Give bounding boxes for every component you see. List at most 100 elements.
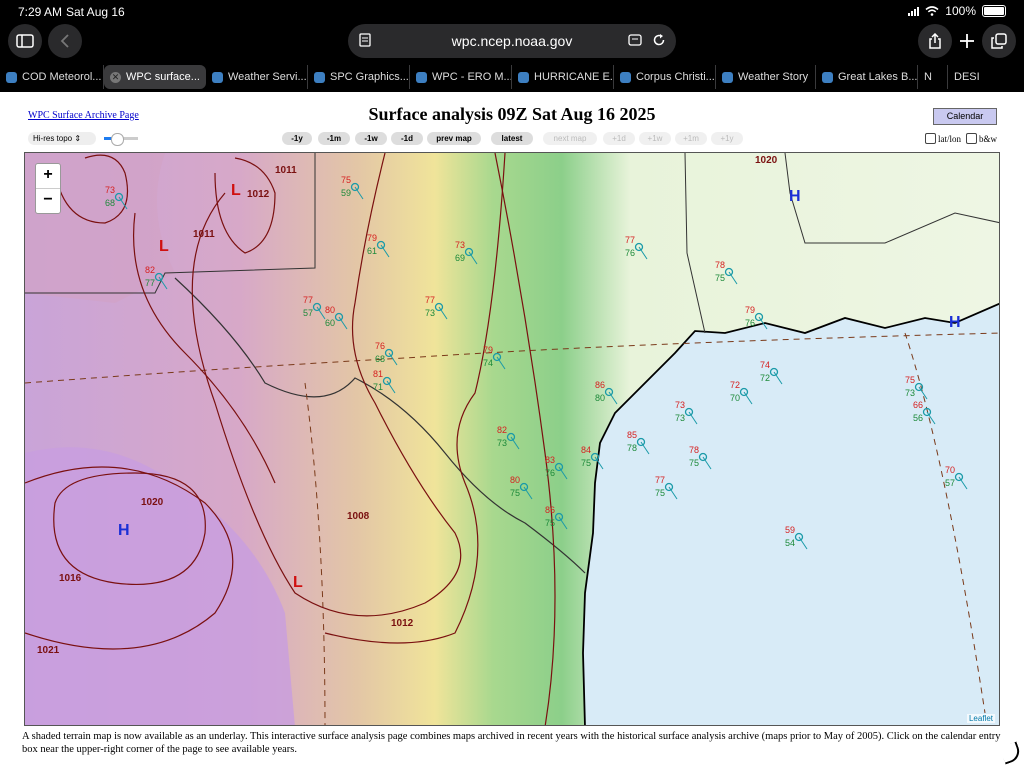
nav-plus-1m-button[interactable]: +1m (675, 132, 707, 145)
dewpoint-label: 68 (105, 198, 115, 208)
checkbox-box[interactable] (925, 133, 936, 144)
nav-minus-1d-button[interactable]: -1d (391, 132, 423, 145)
dewpoint-label: 76 (545, 468, 555, 478)
low-pressure-center: L (293, 574, 303, 591)
new-tab-button[interactable] (950, 24, 984, 58)
temperature-label: 79 (483, 345, 493, 355)
dewpoint-label: 72 (760, 373, 770, 383)
tab-cod-meteorology[interactable]: COD Meteorol... (0, 65, 104, 89)
tab-spc-graphics[interactable]: SPC Graphics... (308, 65, 410, 89)
temperature-label: 73 (455, 240, 465, 250)
tab-wpc-ero[interactable]: WPC - ERO M... (410, 65, 512, 89)
nav-minus-1y-button[interactable]: -1y (282, 132, 312, 145)
nav-plus-1w-button[interactable]: +1w (639, 132, 671, 145)
reload-icon[interactable] (652, 33, 666, 47)
temperature-label: 79 (745, 305, 755, 315)
temperature-label: 72 (730, 380, 740, 390)
zoom-control: + − (35, 163, 61, 214)
nav-minus-1m-button[interactable]: -1m (318, 132, 350, 145)
select-arrows-icon: ⇕ (74, 134, 82, 143)
favicon-icon (822, 71, 833, 83)
isobar-label: 1008 (347, 511, 370, 522)
temperature-label: 66 (913, 400, 923, 410)
opacity-slider[interactable] (104, 133, 138, 146)
dewpoint-label: 75 (581, 458, 591, 468)
latest-button[interactable]: latest (491, 132, 533, 145)
temperature-label: 83 (545, 455, 555, 465)
tab-corpus-christi[interactable]: Corpus Christi... (614, 65, 716, 89)
nav-plus-1y-button[interactable]: +1y (711, 132, 743, 145)
dewpoint-label: 59 (341, 188, 351, 198)
dewpoint-label: 77 (145, 278, 155, 288)
latlon-checkbox[interactable]: lat/lon (925, 133, 961, 144)
translate-icon[interactable] (628, 33, 644, 47)
temperature-label: 73 (675, 400, 685, 410)
checkbox-box[interactable] (966, 133, 977, 144)
isobar-label: 1011 (193, 229, 215, 240)
status-right: 100% (908, 4, 1006, 18)
dewpoint-label: 61 (367, 246, 377, 256)
temperature-label: 75 (341, 175, 351, 185)
zoom-out-button[interactable]: − (36, 188, 60, 213)
tab-desi[interactable]: DESI (948, 65, 1024, 89)
address-bar[interactable]: wpc.ncep.noaa.gov (348, 24, 676, 58)
dewpoint-label: 76 (625, 248, 635, 258)
dewpoint-label: 73 (425, 308, 435, 318)
tab-great-lakes[interactable]: Great Lakes B... (816, 65, 918, 89)
status-time: 7:29 AM (18, 5, 63, 19)
dewpoint-label: 57 (303, 308, 313, 318)
tab-hurricane[interactable]: HURRICANE E... (512, 65, 614, 89)
next-map-button[interactable]: next map (543, 132, 597, 145)
bw-checkbox[interactable]: b&w (966, 133, 997, 144)
prev-map-button[interactable]: prev map (427, 132, 481, 145)
low-pressure-center: L (231, 182, 241, 199)
dewpoint-label: 54 (785, 538, 795, 548)
sidebar-icon (16, 34, 34, 48)
tab-weather-story[interactable]: Weather Story (716, 65, 816, 89)
leaflet-attribution[interactable]: Leaflet (966, 714, 995, 723)
temperature-label: 75 (905, 375, 915, 385)
dewpoint-label: 68 (375, 354, 385, 364)
battery-percent: 100% (945, 4, 976, 18)
browser-toolbar: wpc.ncep.noaa.gov (0, 24, 1024, 62)
map-canvas[interactable]: 1011 1011 1012 1020 1020 1016 1008 1012 … (25, 153, 1000, 726)
dewpoint-label: 73 (497, 438, 507, 448)
dewpoint-label: 73 (675, 413, 685, 423)
zoom-in-button[interactable]: + (36, 164, 60, 188)
isobar-label: 1021 (37, 645, 60, 656)
close-tab-icon[interactable]: ✕ (110, 71, 121, 83)
dewpoint-label: 76 (745, 318, 755, 328)
nav-minus-1w-button[interactable]: -1w (355, 132, 387, 145)
tab-overview-button[interactable] (982, 24, 1016, 58)
underlay-select[interactable]: Hi-res topo ⇕ (28, 132, 96, 145)
dewpoint-label: 70 (730, 393, 740, 403)
dewpoint-label: 75 (689, 458, 699, 468)
isobar-label: 1016 (59, 573, 82, 584)
favicon-icon (722, 71, 733, 83)
share-button[interactable] (918, 24, 952, 58)
footer-note: A shaded terrain map is now available as… (22, 731, 1001, 755)
underlay-select-value: Hi-res topo (33, 134, 73, 143)
temperature-label: 74 (760, 360, 770, 370)
opacity-slider-knob[interactable] (110, 133, 124, 146)
temperature-label: 80 (325, 305, 335, 315)
back-button[interactable] (48, 24, 82, 58)
sidebar-toggle-button[interactable] (8, 24, 42, 58)
favicon-icon (212, 71, 223, 83)
surface-analysis-map[interactable]: 1011 1011 1012 1020 1020 1016 1008 1012 … (24, 152, 1000, 726)
low-pressure-center: L (159, 238, 169, 255)
isobar-label: 1011 (275, 165, 297, 176)
tab-wpc-surface[interactable]: ✕ WPC surface... (104, 65, 206, 89)
status-date: Sat Aug 16 (66, 5, 125, 19)
dewpoint-label: 69 (455, 253, 465, 263)
tab-n[interactable]: N (918, 65, 948, 89)
favicon-icon (416, 71, 427, 83)
temperature-label: 70 (945, 465, 955, 475)
nav-plus-1d-button[interactable]: +1d (603, 132, 635, 145)
plus-icon (960, 34, 974, 48)
tab-weather-service[interactable]: Weather Servi... (206, 65, 308, 89)
reader-page-icon (359, 33, 371, 47)
dewpoint-label: 60 (325, 318, 335, 328)
calendar-button[interactable]: Calendar (933, 108, 997, 125)
isobar-label: 1020 (755, 155, 778, 166)
